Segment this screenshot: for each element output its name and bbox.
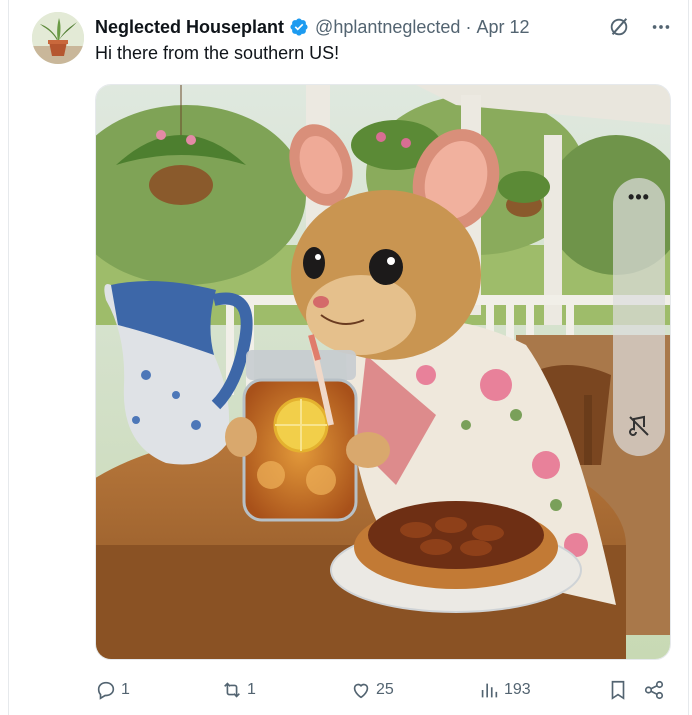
like-icon (353, 683, 369, 699)
frame-border-left (8, 0, 9, 715)
like-count: 25 (376, 681, 394, 698)
repost-count: 1 (247, 681, 256, 698)
more-icon[interactable] (650, 16, 672, 38)
separator-dot: · (465, 16, 472, 37)
repost-icon (224, 682, 240, 698)
bookmark-icon (611, 680, 625, 700)
bookmark-button[interactable] (607, 676, 629, 704)
houseplant-avatar-image (32, 12, 84, 64)
tweet-header: Neglected Houseplant @hplantneglected · … (95, 12, 672, 42)
reply-count: 1 (121, 681, 130, 698)
share-icon (644, 680, 664, 700)
views-button[interactable]: 193 (478, 676, 531, 704)
views-icon (481, 683, 498, 698)
reply-button[interactable]: 1 (95, 676, 130, 704)
like-button[interactable]: 25 (350, 676, 394, 704)
frame-border-right (688, 0, 689, 715)
tweet-actions: 1 1 25 193 (95, 676, 669, 704)
mouse-porch-illustration (96, 85, 670, 659)
verified-badge-icon[interactable] (289, 17, 309, 37)
more-dots-icon[interactable]: ••• (613, 188, 665, 206)
reply-icon (97, 681, 115, 700)
display-name[interactable]: Neglected Houseplant (95, 17, 284, 38)
user-handle[interactable]: @hplantneglected (315, 17, 460, 38)
tweet-text: Hi there from the southern US! (95, 43, 340, 63)
grok-icon[interactable] (608, 16, 630, 38)
header-actions (608, 12, 672, 42)
music-off-icon[interactable] (627, 414, 651, 438)
tweet-date[interactable]: Apr 12 (476, 17, 529, 38)
tweet-media-image[interactable] (95, 84, 671, 660)
media-overlay-controls: ••• (613, 178, 665, 456)
repost-button[interactable]: 1 (221, 676, 256, 704)
view-count: 193 (504, 681, 531, 698)
share-button[interactable] (643, 676, 665, 704)
avatar[interactable] (32, 12, 84, 64)
